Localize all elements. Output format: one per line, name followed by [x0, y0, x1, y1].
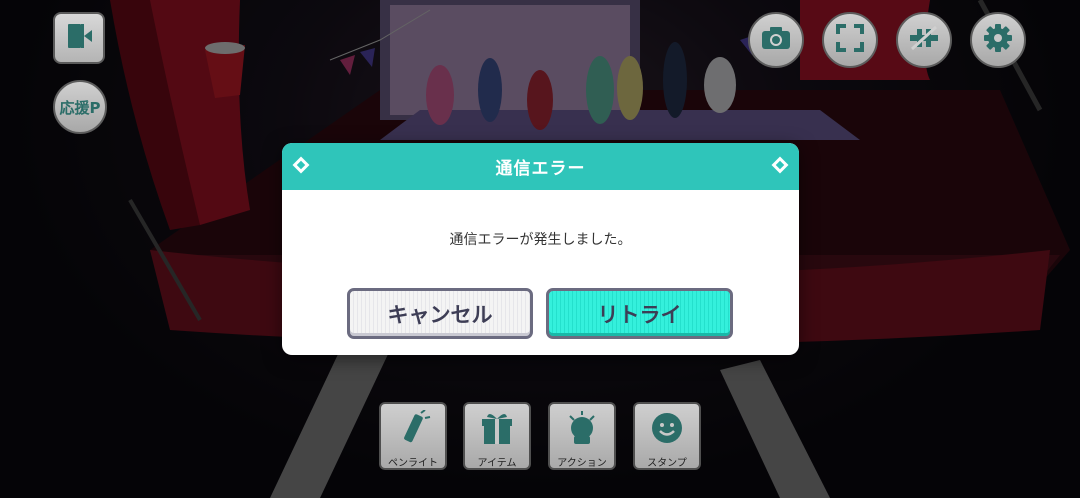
- camera-icon: [760, 25, 792, 55]
- penlight-icon: [395, 409, 431, 450]
- retry-button[interactable]: リトライ: [546, 288, 733, 339]
- gift-icon: [479, 410, 515, 450]
- cheer-points-button[interactable]: 応援P: [53, 80, 107, 134]
- item-label: アイテム: [477, 458, 517, 469]
- action-label: アクション: [557, 458, 607, 469]
- diamond-left-icon: [292, 156, 310, 174]
- smiley-icon: [649, 410, 685, 450]
- action-button[interactable]: アクション: [548, 402, 616, 470]
- exit-button[interactable]: [53, 12, 105, 64]
- action-icon: [564, 410, 600, 450]
- gear-icon: [983, 23, 1013, 57]
- fullscreen-icon: [836, 24, 864, 56]
- hide-ui-icon: [908, 25, 940, 55]
- stamp-button[interactable]: スタンプ: [633, 402, 701, 470]
- hide-ui-button[interactable]: [896, 12, 952, 68]
- retry-button-label: リトライ: [597, 302, 682, 327]
- penlight-label: ペンライト: [388, 458, 438, 469]
- penlight-button[interactable]: ペンライト: [379, 402, 447, 470]
- door-exit-icon: [64, 21, 94, 55]
- error-dialog: 通信エラー 通信エラーが発生しました。 キャンセル リトライ: [282, 143, 799, 355]
- dialog-header: 通信エラー: [282, 143, 799, 190]
- cancel-button-label: キャンセル: [387, 302, 493, 327]
- dialog-message: 通信エラーが発生しました。: [449, 232, 632, 248]
- dialog-title: 通信エラー: [495, 159, 586, 179]
- diamond-right-icon: [771, 156, 789, 174]
- cancel-button[interactable]: キャンセル: [347, 288, 533, 339]
- item-button[interactable]: アイテム: [463, 402, 531, 470]
- cheer-points-label: 応援P: [59, 98, 101, 117]
- fullscreen-button[interactable]: [822, 12, 878, 68]
- camera-button[interactable]: [748, 12, 804, 68]
- stamp-label: スタンプ: [647, 458, 687, 469]
- settings-button[interactable]: [970, 12, 1026, 68]
